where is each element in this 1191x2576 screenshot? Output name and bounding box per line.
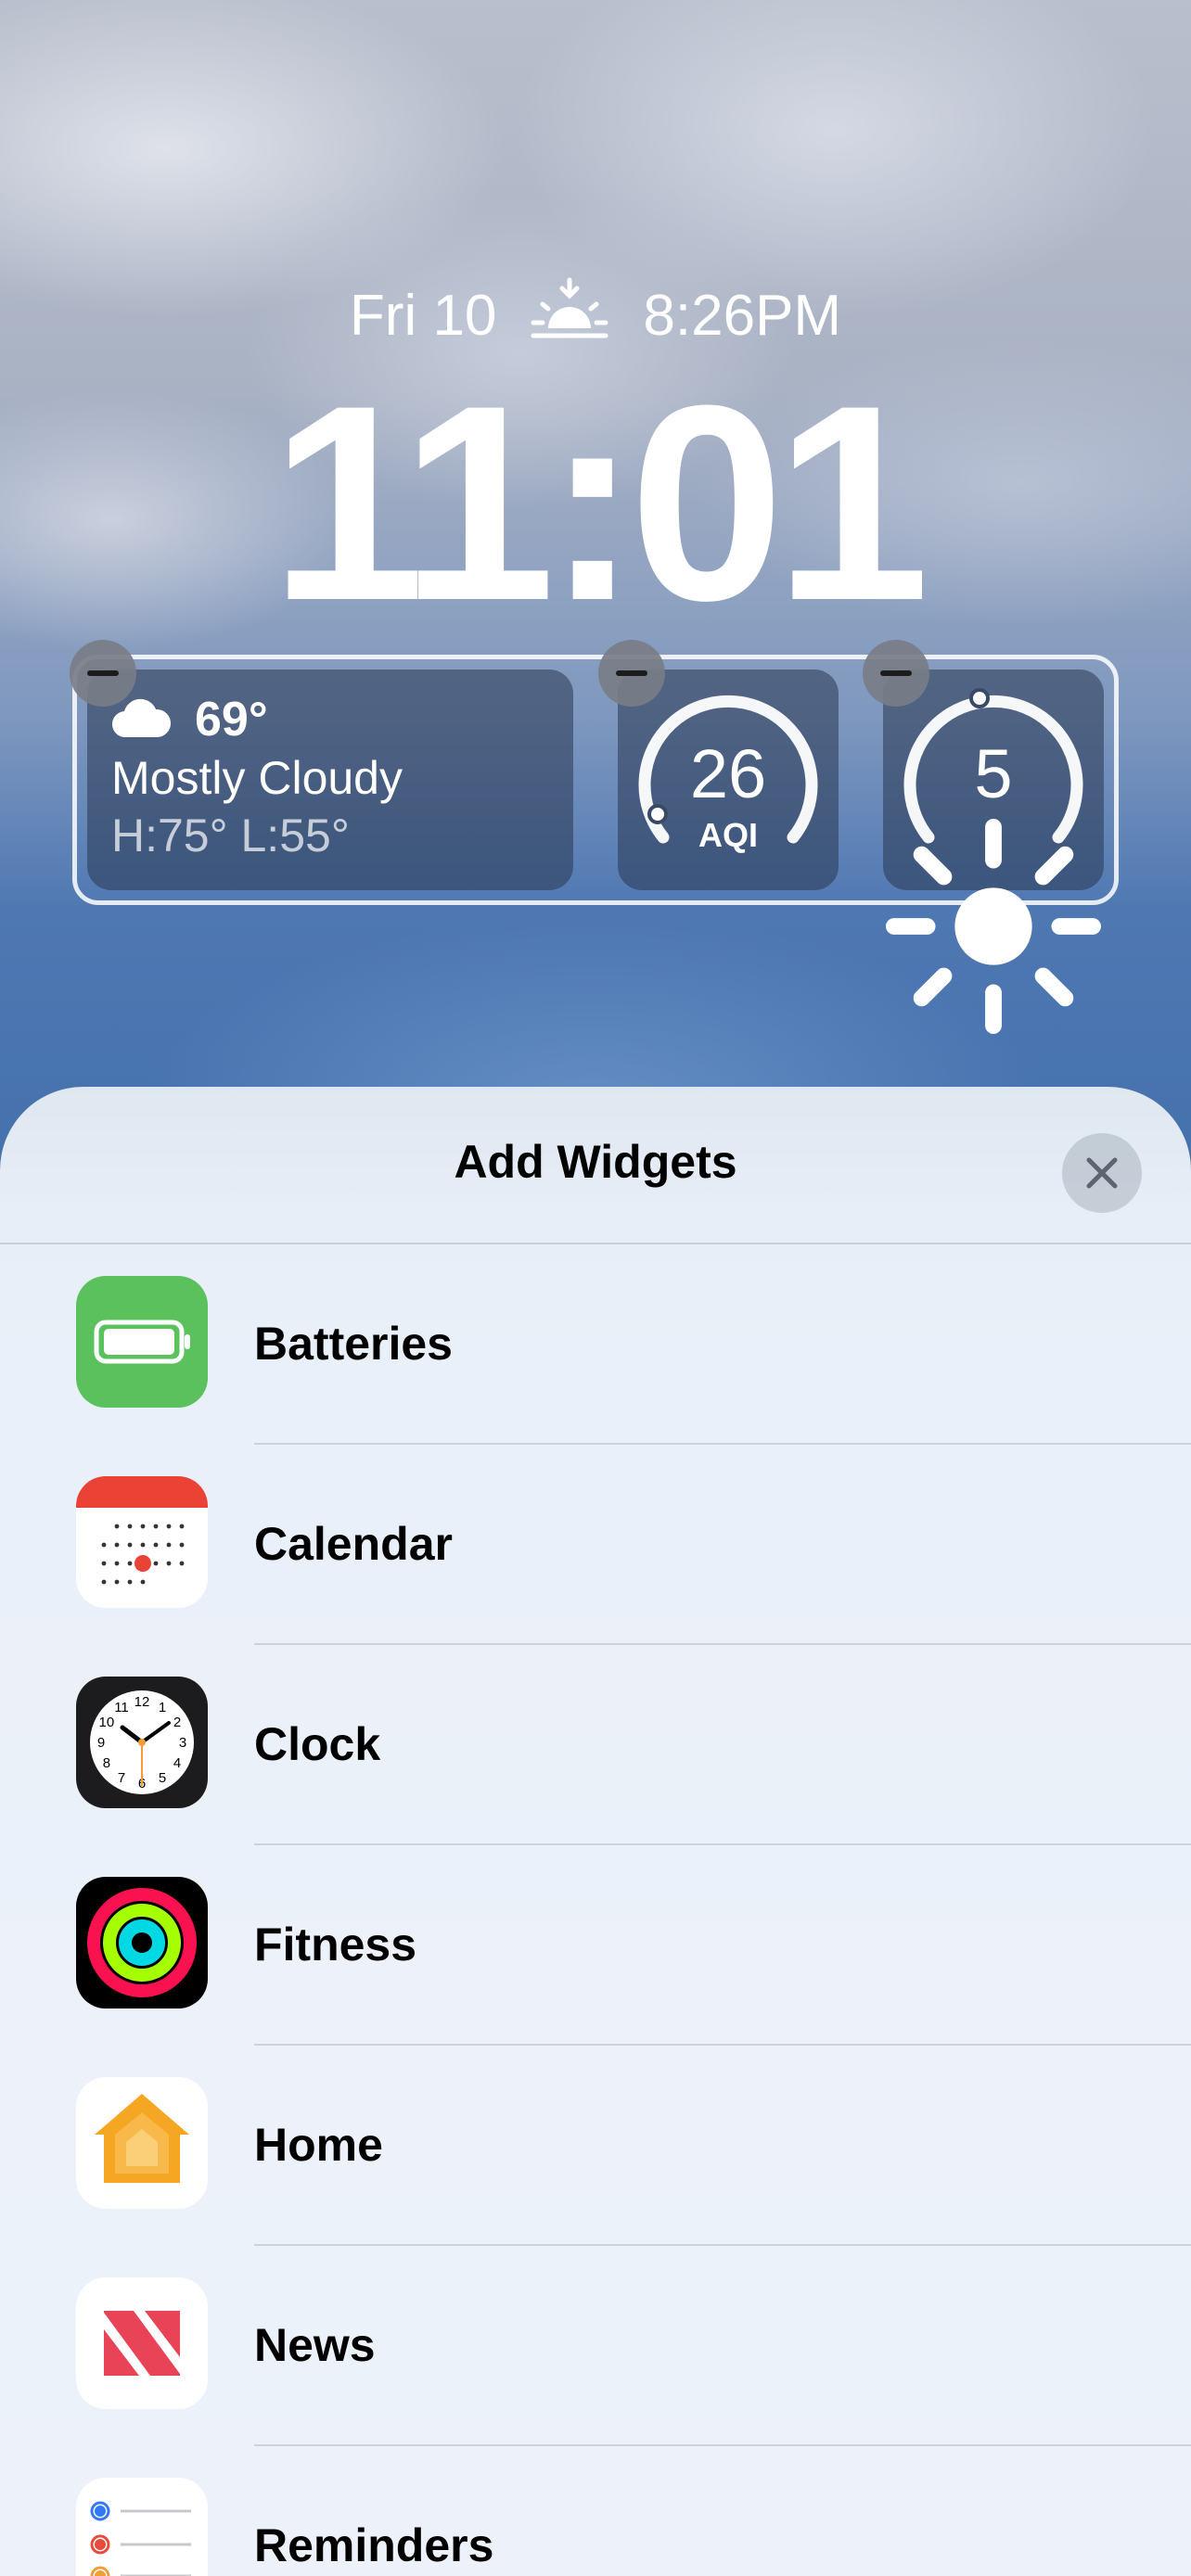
calendar-dot	[153, 1561, 159, 1566]
calendar-dot	[153, 1542, 159, 1548]
list-item-home[interactable]: Home	[0, 2046, 1191, 2246]
close-icon	[1086, 1157, 1118, 1189]
list-item-reminders[interactable]: Reminders	[0, 2446, 1191, 2576]
uv-widget[interactable]: 5	[883, 670, 1104, 1035]
fitness-app-icon	[76, 1877, 208, 2009]
list-item-label: Reminders	[254, 2519, 494, 2571]
calendar-dot	[166, 1561, 172, 1566]
list-item-label: Calendar	[254, 1518, 453, 1570]
weather-condition: Mostly Cloudy	[111, 752, 403, 804]
clock-numeral: 11	[114, 1700, 129, 1715]
lockscreen-date: Fri 10	[349, 283, 497, 348]
lockscreen-time: 11:01	[270, 347, 930, 658]
calendar-dot	[127, 1524, 133, 1529]
calendar-dot	[140, 1524, 146, 1529]
calendar-dot	[101, 1542, 107, 1548]
clock-numeral: 10	[99, 1715, 115, 1730]
list-item-clock[interactable]: 111098765432112 Clock	[0, 1645, 1191, 1845]
calendar-dot	[127, 1561, 133, 1566]
clock-numeral: 3	[179, 1735, 186, 1751]
list-item-label: Clock	[254, 1718, 381, 1770]
calendar-dot	[101, 1561, 107, 1566]
minus-icon	[87, 670, 119, 676]
calendar-dot	[101, 1579, 107, 1585]
batteries-app-icon	[76, 1276, 208, 1408]
list-item-batteries[interactable]: Batteries	[0, 1244, 1191, 1445]
sheet-header: Add Widgets	[0, 1087, 1191, 1244]
clock-numeral: 8	[103, 1755, 110, 1771]
sheet-title: Add Widgets	[454, 1136, 737, 1188]
home-app-icon	[76, 2077, 208, 2209]
uv-value: 5	[974, 735, 1013, 812]
close-button[interactable]	[1062, 1133, 1142, 1213]
clock-app-icon: 111098765432112	[76, 1677, 208, 1808]
calendar-dot	[166, 1524, 172, 1529]
clock-numeral: 4	[173, 1755, 181, 1771]
list-item-calendar[interactable]: Calendar	[0, 1445, 1191, 1645]
calendar-dot	[140, 1579, 146, 1585]
remove-uv-widget-button[interactable]	[863, 640, 929, 707]
clock-numeral: 2	[173, 1715, 181, 1730]
calendar-dot	[166, 1542, 172, 1548]
weather-temperature: 69°	[195, 693, 268, 746]
remove-aqi-widget-button[interactable]	[598, 640, 665, 707]
minus-icon	[880, 670, 912, 676]
list-item-label: Fitness	[254, 1919, 417, 1970]
calendar-dot	[127, 1579, 133, 1585]
widget-app-list: Batteries Calendar 111098765432112	[0, 1244, 1191, 2576]
list-item-fitness[interactable]: Fitness	[0, 1845, 1191, 2046]
calendar-dot	[153, 1524, 159, 1529]
calendar-dot	[114, 1524, 120, 1529]
cloud-icon	[111, 696, 172, 744]
list-item-label: News	[254, 2319, 376, 2371]
clock-numeral: 1	[159, 1700, 166, 1715]
minus-icon	[616, 670, 647, 676]
calendar-dot	[114, 1561, 120, 1566]
clock-numeral: 12	[134, 1694, 150, 1710]
clock-numeral: 5	[159, 1770, 166, 1786]
list-item-label: Batteries	[254, 1318, 453, 1370]
add-widgets-sheet: Add Widgets Batteries Calendar 11 10 9 8…	[0, 1087, 1191, 2576]
calendar-dot	[114, 1579, 120, 1585]
sunset-icon	[530, 276, 609, 355]
calendar-dot	[179, 1561, 185, 1566]
calendar-dot	[127, 1542, 133, 1548]
weather-widget[interactable]: 69° Mostly Cloudy H:75° L:55°	[87, 670, 573, 890]
aqi-value: 26	[689, 735, 767, 812]
calendar-app-icon	[76, 1476, 208, 1608]
sunset-time: 8:26PM	[643, 283, 842, 348]
calendar-dot	[114, 1542, 120, 1548]
aqi-label: AQI	[698, 816, 758, 854]
list-item-news[interactable]: News	[0, 2246, 1191, 2446]
clock-numeral: 9	[97, 1735, 105, 1751]
list-item-label: Home	[254, 2119, 383, 2171]
calendar-dot	[179, 1542, 185, 1548]
calendar-dot	[140, 1542, 146, 1548]
calendar-today-dot	[134, 1555, 151, 1572]
weather-high-low: H:75° L:55°	[111, 810, 350, 861]
lockscreen-status-line: Fri 10 8:26PM	[0, 276, 1191, 355]
calendar-dot	[179, 1524, 185, 1529]
aqi-widget[interactable]: 26 AQI	[618, 670, 839, 890]
remove-weather-widget-button[interactable]	[70, 640, 136, 707]
reminders-app-icon	[76, 2478, 208, 2576]
news-app-icon	[76, 2277, 208, 2409]
clock-numeral: 7	[118, 1770, 125, 1786]
